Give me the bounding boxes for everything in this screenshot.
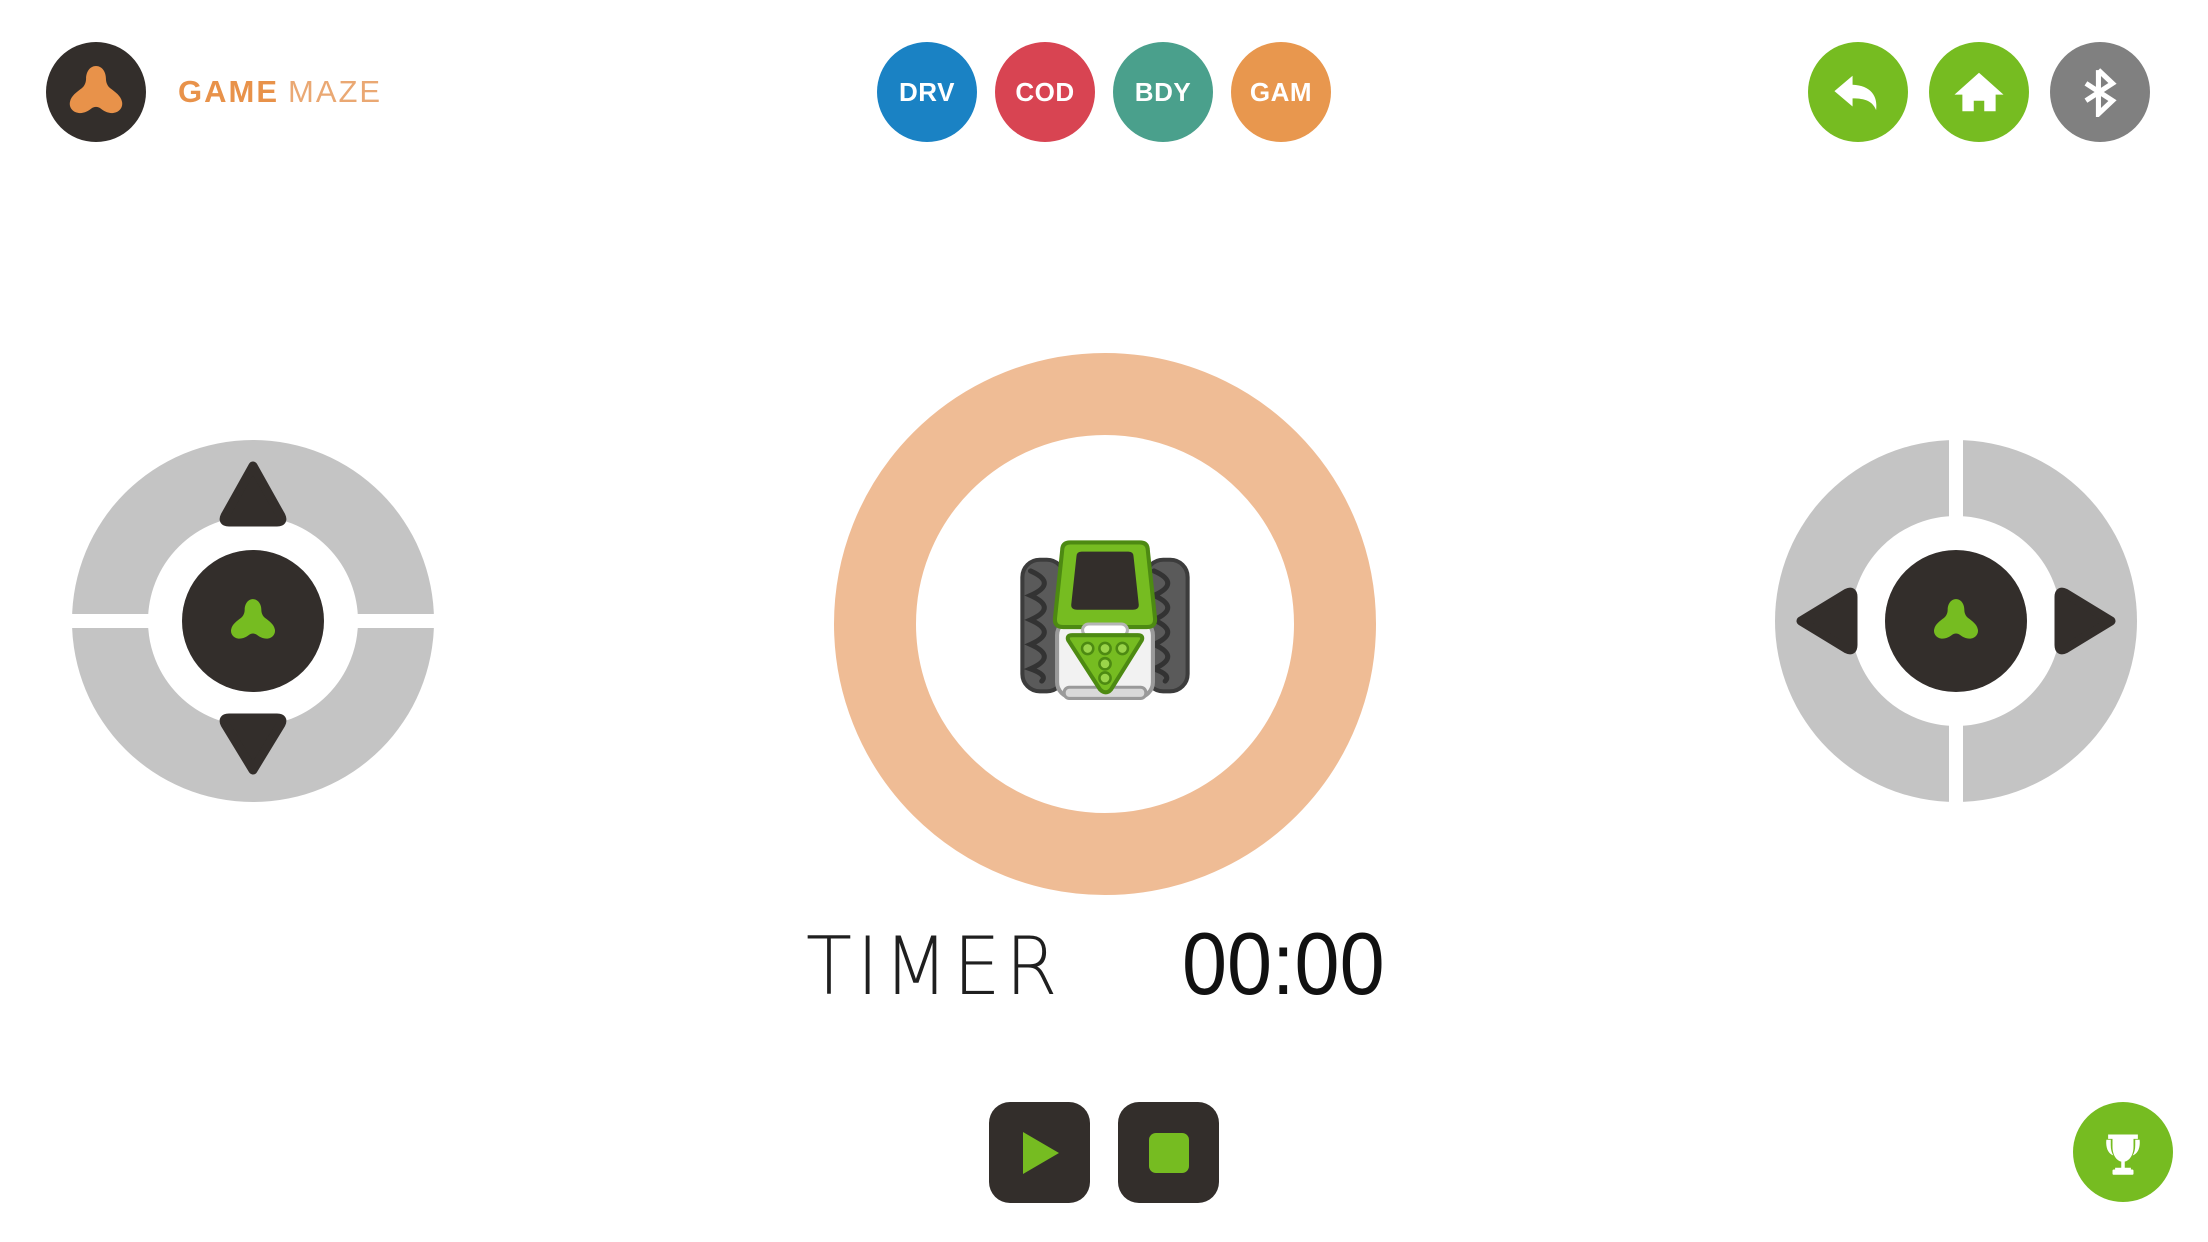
- brand-maze-word: MAZE: [288, 74, 383, 109]
- home-button[interactable]: [1929, 42, 2029, 142]
- app-logo: [46, 42, 146, 142]
- nav-pill-drv[interactable]: DRV: [877, 42, 977, 142]
- trophy-icon: [2106, 1134, 2140, 1175]
- play-icon: [1022, 1131, 1059, 1174]
- brand: GAME MAZE: [46, 42, 382, 142]
- play-button[interactable]: [989, 1102, 1090, 1203]
- nav-pill-cod-label: COD: [1015, 76, 1075, 107]
- stop-button[interactable]: [1118, 1102, 1219, 1203]
- timer-display: TIMER 00:00: [0, 913, 2208, 1015]
- back-button[interactable]: [1808, 42, 1908, 142]
- heading-dial[interactable]: [834, 353, 1376, 895]
- nav-pill-bdy[interactable]: BDY: [1113, 42, 1213, 142]
- bluetooth-button[interactable]: [2050, 42, 2150, 142]
- nav-pill-gam-label: GAM: [1249, 76, 1313, 107]
- bluetooth-icon: [2084, 68, 2117, 117]
- nav-pill-drv-label: DRV: [899, 76, 955, 107]
- achievements-button[interactable]: [2073, 1102, 2173, 1202]
- timer-label: TIMER: [805, 920, 1062, 1013]
- dpad-vertical[interactable]: [72, 440, 434, 802]
- brand-game-word: GAME: [178, 74, 279, 109]
- nav-pills: DRV COD BDY GAM: [877, 42, 1331, 142]
- brand-text: GAME MAZE: [178, 74, 382, 110]
- nav-pill-gam[interactable]: GAM: [1231, 42, 1331, 142]
- nav-pill-cod[interactable]: COD: [995, 42, 1095, 142]
- clover-logo-icon: [69, 65, 123, 114]
- stop-icon: [1148, 1132, 1189, 1173]
- top-actions: [1808, 42, 2150, 142]
- dpad-horizontal[interactable]: [1775, 440, 2137, 802]
- timer-value: 00:00: [1182, 914, 1385, 1013]
- home-icon: [1954, 72, 2004, 112]
- app-header: GAME MAZE DRV COD BDY GAM: [0, 0, 2208, 200]
- robot-top-view-icon: [1020, 540, 1190, 700]
- transport-controls: [0, 1102, 2208, 1203]
- nav-pill-bdy-label: BDY: [1134, 76, 1192, 107]
- back-arrow-icon: [1834, 75, 1877, 111]
